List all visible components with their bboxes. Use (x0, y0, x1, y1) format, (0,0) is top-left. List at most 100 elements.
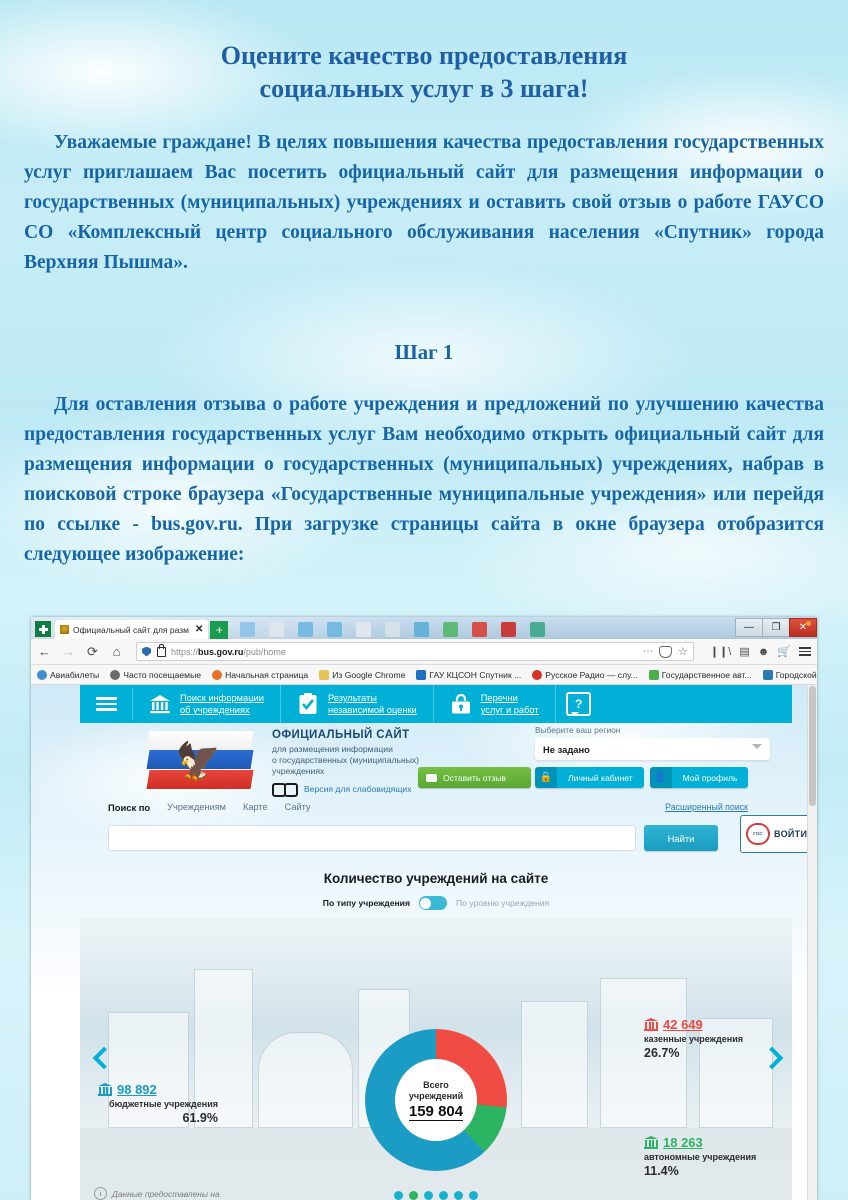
toggle-label-by-level[interactable]: По уровню учреждения (456, 898, 549, 908)
help-button[interactable]: ? (556, 692, 602, 716)
legend-state-owned-institutions: 42 649 казенные учреждения 26.7% (644, 1017, 776, 1060)
carousel-dot[interactable] (439, 1191, 448, 1200)
user-icon: 👤 (649, 767, 672, 788)
browser-tab-active[interactable]: Официальный сайт для разм ✕ (55, 620, 209, 639)
search-tab-map[interactable]: Карте (243, 802, 268, 812)
nav-item-independent-assessment[interactable]: Результаты независимой оценки (281, 685, 434, 723)
carousel-dot[interactable] (454, 1191, 463, 1200)
desktop-icon (414, 622, 430, 637)
browser-window-screenshot: Официальный сайт для разм ✕ + — ❐ ✕ ← → … (31, 617, 817, 1200)
my-profile-label: Мой профиль (671, 767, 749, 788)
advanced-search-link[interactable]: Расширенный поиск (665, 802, 748, 812)
lock-icon: 🔒 (535, 767, 557, 788)
gear-icon (110, 669, 121, 680)
bookmark-item[interactable]: Начальная страница (212, 669, 308, 680)
search-input[interactable] (108, 825, 636, 851)
account-icon[interactable]: ☻ (758, 646, 770, 658)
pocket-icon[interactable] (658, 645, 672, 658)
statistics-toggle-switch[interactable] (418, 896, 447, 910)
nav-item-label: Перечни услуг и работ (481, 692, 539, 716)
bookmark-item[interactable]: Из Google Chrome (319, 669, 405, 680)
update-badge-icon (806, 621, 811, 626)
search-by-label: Поиск по (108, 801, 151, 813)
desktop-icon (269, 622, 285, 637)
region-selector-block: Выберите ваш регион Не задано (535, 725, 770, 760)
website-viewport: Поиск информации об учреждениях Результат… (31, 685, 817, 1200)
bookmark-item[interactable]: Авиабилеты (37, 669, 99, 680)
back-icon[interactable]: ← (37, 644, 52, 659)
close-window-button[interactable]: ✕ (789, 618, 817, 637)
footnote-label: Данные предоставлены на (112, 1188, 220, 1199)
site-header: 🦅 ОФИЦИАЛЬНЫЙ САЙТ для размещения информ… (80, 723, 792, 797)
search-tab-site[interactable]: Сайту (285, 802, 311, 812)
data-footnote: i Данные предоставлены на (94, 1187, 220, 1200)
intro-paragraph: Уважаемые граждане! В целях повышения ка… (24, 132, 824, 273)
desktop-icons-behind (228, 622, 735, 639)
new-tab-button[interactable]: + (210, 621, 229, 639)
minimize-button[interactable]: — (735, 618, 762, 637)
forward-icon[interactable]: → (61, 644, 76, 659)
account-buttons: 🔒 Личный кабинет 👤 Мой профиль (535, 767, 749, 788)
search-tab-institutions[interactable]: Учреждениям (167, 802, 226, 812)
maximize-button[interactable]: ❐ (762, 618, 789, 637)
nav-item-services-list[interactable]: Перечни услуг и работ (434, 685, 556, 723)
title-line-1: Оцените качество предоставления (220, 41, 628, 70)
scrollbar-thumb[interactable] (809, 686, 816, 806)
cart-icon[interactable]: 🛒 (777, 645, 791, 658)
bookmark-item[interactable]: Русское Радио — слу... (532, 669, 638, 680)
bank-icon (98, 1083, 112, 1096)
search-button[interactable]: Найти (644, 825, 718, 851)
bookmark-label: ГАУ КЦСОН Спутник ... (429, 669, 522, 680)
bank-icon (644, 1018, 658, 1031)
clipboard-check-icon (297, 693, 319, 715)
legend-percent: 61.9% (182, 1110, 218, 1125)
favicon-icon (60, 625, 69, 634)
library-icon[interactable]: ❙❙\ (710, 645, 732, 658)
center-label-line-2: учреждений (408, 1090, 464, 1101)
bookmark-label: Городской информа... (775, 669, 817, 680)
toolbar-right-icons: ❙❙\ ▤ ☻ 🛒 (706, 645, 811, 658)
carousel-dot-active[interactable] (409, 1191, 418, 1200)
home-icon[interactable]: ⌂ (109, 644, 124, 659)
folder-icon (319, 669, 330, 680)
bookmark-label: Русское Радио — слу... (545, 669, 638, 680)
my-profile-button[interactable]: 👤 Мой профиль (649, 767, 749, 788)
g-icon (762, 669, 773, 680)
pencil-icon (648, 669, 659, 680)
nav-label-line-1: Перечни (480, 693, 518, 703)
close-icon[interactable]: ✕ (195, 624, 203, 635)
carousel-dot[interactable] (394, 1191, 403, 1200)
carousel-dot[interactable] (424, 1191, 433, 1200)
nav-item-search-institutions[interactable]: Поиск информации об учреждениях (133, 685, 281, 723)
carousel-prev-button[interactable] (92, 1047, 112, 1073)
menu-icon[interactable] (799, 647, 811, 656)
more-icon[interactable]: ⋯ (643, 646, 653, 657)
desktop-icon (472, 622, 488, 637)
bookmark-star-icon[interactable]: ☆ (678, 645, 688, 658)
bookmark-item[interactable]: Часто посещаемые (110, 669, 201, 680)
reload-icon[interactable]: ⟳ (85, 644, 100, 660)
carousel-dot[interactable] (469, 1191, 478, 1200)
region-select[interactable]: Не задано (535, 738, 770, 760)
bookmarks-bar: Авиабилеты Часто посещаемые Начальная ст… (31, 665, 817, 685)
desktop-icon (530, 622, 546, 637)
region-selected-value: Не задано (543, 743, 590, 755)
nav-label-line-2: об учреждениях (180, 705, 250, 715)
personal-cabinet-button[interactable]: 🔒 Личный кабинет (535, 767, 644, 788)
gosuslugi-login-widget[interactable]: ГОС ВОЙТИ (740, 815, 813, 853)
bookmark-item[interactable]: Государственное авт... (648, 669, 752, 680)
page-scrollbar[interactable] (807, 685, 817, 1200)
leave-feedback-button[interactable]: Оставить отзыв (418, 767, 531, 788)
legend-value: 42 649 (663, 1017, 703, 1032)
nav-label-line-2: независимой оценки (327, 705, 417, 715)
address-bar[interactable]: https://bus.gov.ru/pub/home ⋯ ☆ (136, 642, 694, 661)
site-menu-icon[interactable] (80, 687, 133, 721)
info-icon: i (94, 1187, 107, 1200)
toggle-label-by-type[interactable]: По типу учреждения (323, 898, 410, 908)
browser-titlebar: Официальный сайт для разм ✕ + — ❐ ✕ (31, 617, 817, 639)
bookmark-item[interactable]: Городской информа... (762, 669, 817, 680)
donut-total-value: 159 804 (408, 1102, 464, 1121)
bookmark-item[interactable]: ГАУ КЦСОН Спутник ... (416, 669, 522, 680)
firefox-icon (212, 669, 223, 680)
sidebar-icon[interactable]: ▤ (739, 645, 749, 658)
